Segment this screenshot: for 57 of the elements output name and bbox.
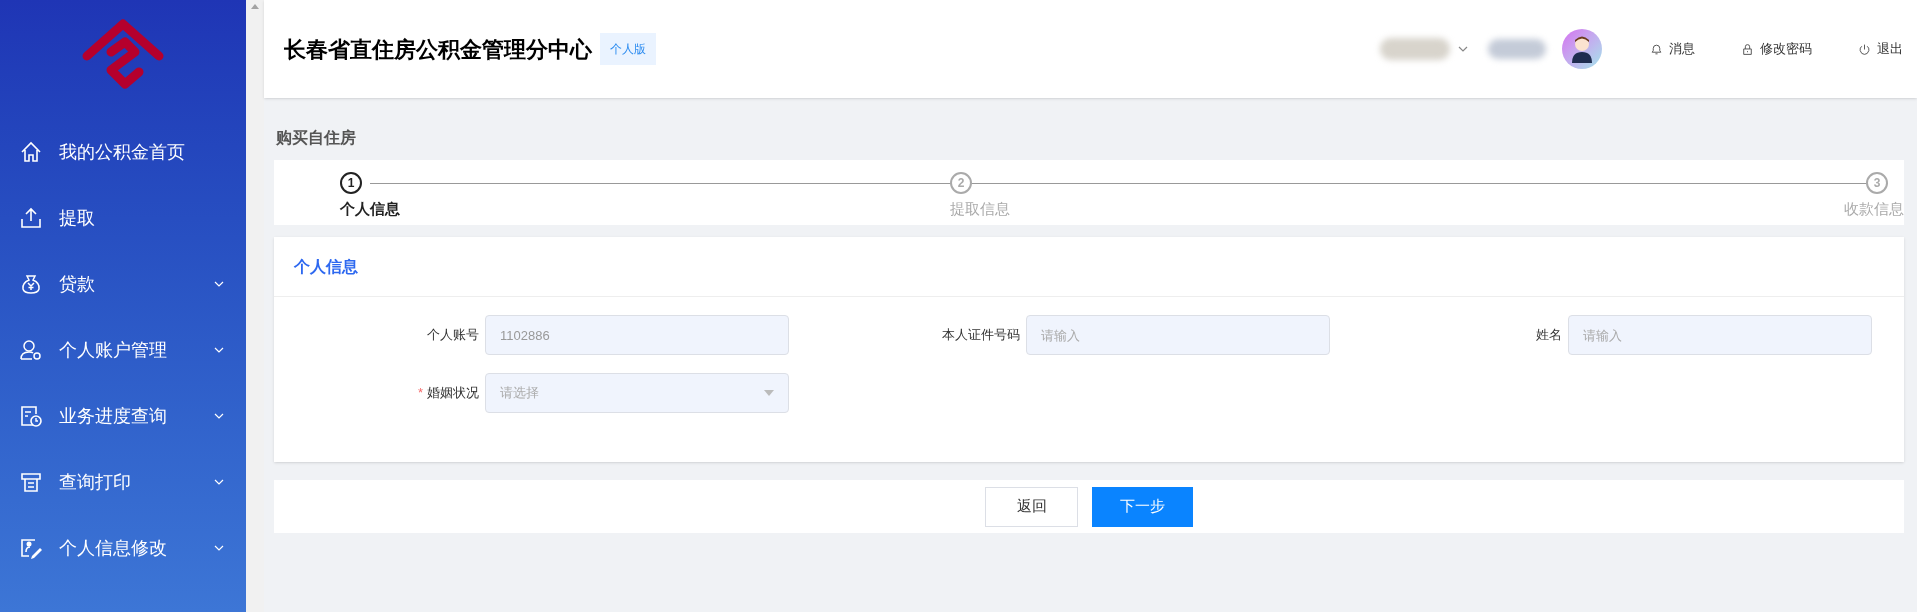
step-number: 1: [340, 172, 362, 194]
dropdown-triangle-icon: [764, 390, 774, 396]
profile-edit-icon: [19, 536, 43, 560]
printer-icon: [19, 470, 43, 494]
sidebar-item[interactable]: 贷款: [0, 251, 246, 317]
sidebar-item[interactable]: 个人信息修改: [0, 515, 246, 581]
scroll-up-arrow-icon[interactable]: [251, 4, 259, 9]
home-icon: [19, 140, 43, 164]
menu-label: 我的公积金首页: [59, 140, 186, 164]
power-icon: [1858, 42, 1871, 56]
chevron-down-icon: [214, 281, 224, 287]
required-mark: *: [417, 384, 423, 403]
header-link[interactable]: 修改密码: [1741, 39, 1812, 59]
upload-icon: [19, 206, 43, 230]
section-title: 个人信息: [294, 256, 358, 277]
step-label: 个人信息: [340, 199, 400, 219]
field-label: 婚姻状况: [427, 384, 479, 403]
page-title: 购买自住房: [276, 128, 357, 148]
menu-label: 查询打印: [59, 470, 132, 494]
sidebar-item[interactable]: 提取: [0, 185, 246, 251]
avatar[interactable]: [1562, 29, 1602, 69]
chevron-down-icon: [214, 413, 224, 419]
next-button[interactable]: 下一步: [1092, 486, 1193, 527]
header-link[interactable]: 退出: [1858, 39, 1903, 59]
sidebar-item[interactable]: 个人账户管理: [0, 317, 246, 383]
bell-icon: [1650, 42, 1663, 56]
menu-label: 个人信息修改: [59, 536, 168, 560]
sidebar-item[interactable]: 查询打印: [0, 449, 246, 515]
field-label: 本人证件号码: [942, 326, 1020, 345]
input-field[interactable]: 请输入: [1026, 315, 1330, 355]
field-label: 个人账号: [427, 326, 479, 345]
input-field[interactable]: 请输入: [1568, 315, 1872, 355]
person-silhouette-icon: [1571, 35, 1593, 63]
money-bag-icon: [19, 272, 43, 296]
sidebar-item[interactable]: 业务进度查询: [0, 383, 246, 449]
edition-badge: 个人版: [600, 33, 656, 65]
back-button[interactable]: 返回: [985, 486, 1078, 527]
step-number: 2: [950, 172, 972, 194]
blurred-account-text: [1380, 38, 1450, 60]
sidebar-item[interactable]: 我的公积金首页: [0, 119, 246, 185]
document-clock-icon: [19, 404, 43, 428]
blurred-username-text: [1488, 39, 1546, 59]
menu-label: 业务进度查询: [59, 404, 168, 428]
chevron-down-icon: [214, 347, 224, 353]
site-title: 长春省直住房公积金管理分中心: [284, 35, 592, 64]
step-number: 3: [1866, 172, 1888, 194]
chevron-down-icon[interactable]: [1458, 46, 1468, 52]
step-label: 提取信息: [950, 199, 1010, 219]
field-label: 姓名: [1536, 326, 1562, 345]
menu-label: 个人账户管理: [59, 338, 168, 362]
menu-label: 提取: [59, 206, 96, 230]
step-label: 收款信息: [1844, 199, 1904, 219]
header-link[interactable]: 消息: [1650, 39, 1695, 59]
chevron-down-icon: [214, 479, 224, 485]
lock-icon: [1741, 42, 1754, 56]
chevron-down-icon: [214, 545, 224, 551]
menu-label: 贷款: [59, 272, 96, 296]
